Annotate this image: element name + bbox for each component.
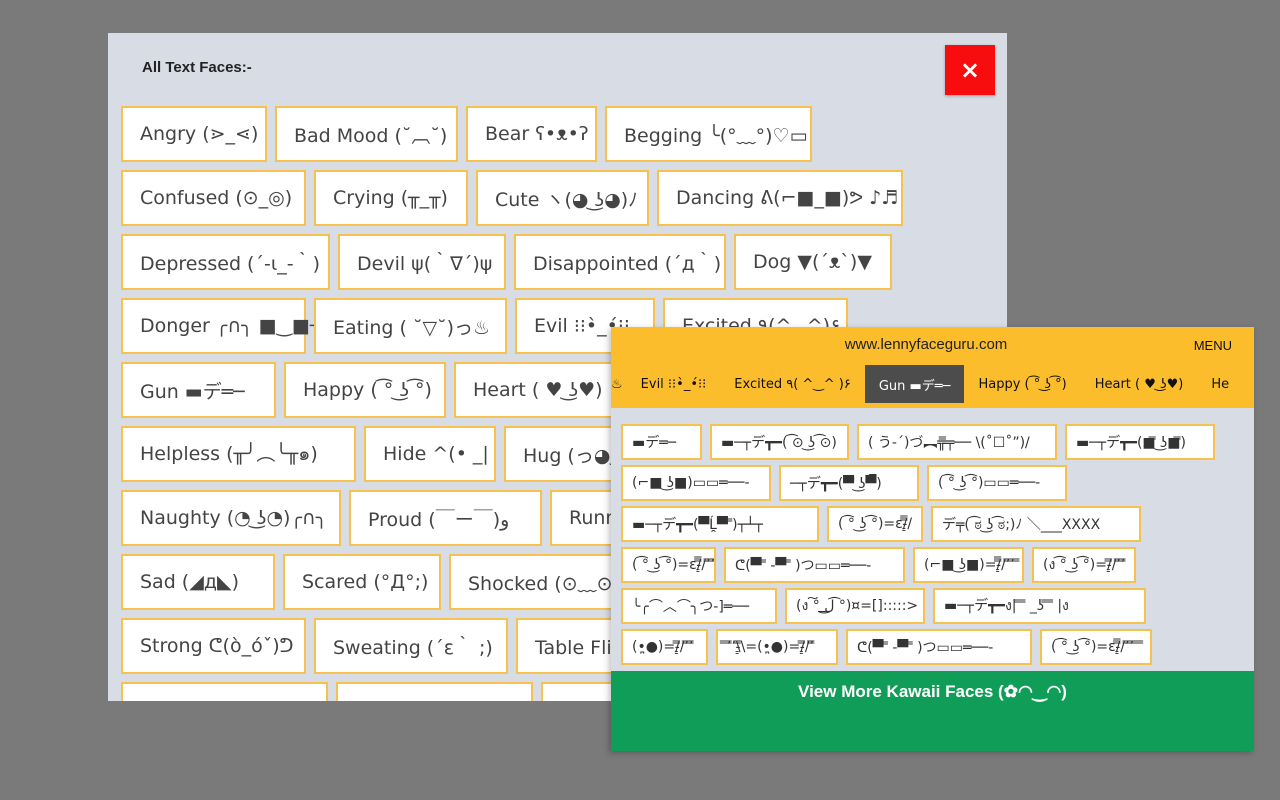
face-chip-bad[interactable]: Bad Mood (˘︹˘): [275, 106, 458, 162]
gun-face-chip[interactable]: (⌐■ ͜ʖ■)▭▭═──-: [621, 465, 771, 501]
view-more-kawaii-button[interactable]: View More Kawaii Faces (✿◠‿◠): [611, 671, 1254, 751]
site-header: www.lennyfaceguru.com MENU ♨ Evil ⁝⁝•̀_•́…: [611, 327, 1254, 408]
gun-face-row: ( ͡° ͜ʖ ͡°)=ε/̵͇̿̿/’̿’̿ ̿ ᕦ(▀̿ ̿ -▀̿ ̿ )つ…: [621, 547, 1254, 583]
gun-face-chip[interactable]: ▬─┬デ┳━( ͡⊙ ͜ʖ ͡⊙): [710, 424, 849, 460]
face-chip-dog[interactable]: Dog ▼(´ᴥ`)▼: [734, 234, 892, 290]
face-chip-dancing[interactable]: Dancing ᕕ(⌐■_■)ᕗ ♪♬: [657, 170, 903, 226]
face-chip-donger[interactable]: Donger ╭∩╮ ■‿■╮: [121, 298, 321, 354]
face-chip-strong[interactable]: Strong ᕦ(ò_óˇ)ᕤ: [121, 618, 306, 674]
nav-item-excited[interactable]: Excited ٩( ^‿^ )۶: [720, 365, 865, 403]
face-chip-helpless[interactable]: Helpless (╥╯︵╰╥๑): [121, 426, 356, 482]
gun-face-chip[interactable]: ╰╭⌒︿⌒╮つ-]═──: [621, 588, 777, 624]
face-chip-eating[interactable]: Eating ( ˘▽˘)っ♨: [314, 298, 507, 354]
gun-face-chip[interactable]: (⌐■ ͜ʖ■)=/̵͇̿̿/’̿’̿ ̿: [913, 547, 1024, 583]
face-chip-sad[interactable]: Sad (◢д◣): [121, 554, 275, 610]
chip-row: Confused (⊙_◎) Crying (╥_╥) Cute ヽ(◕ ͜ʖ◕)ﾉ…: [121, 170, 1007, 226]
lennyfaceguru-window: www.lennyfaceguru.com MENU ♨ Evil ⁝⁝•̀_•́…: [611, 327, 1254, 751]
face-chip-scared[interactable]: Scared (°Д°;): [283, 554, 441, 610]
gun-face-chip[interactable]: (•̪●)=/̵͇̿̿/’̿’̿: [621, 629, 708, 665]
category-nav: ♨ Evil ⁝⁝•̀_•́⁝⁝ Excited ٩( ^‿^ )۶ Gun ▬デ═─…: [611, 365, 1243, 403]
face-chip-bear[interactable]: Bear ʕ•ᴥ•ʔ: [466, 106, 597, 162]
gun-face-chip[interactable]: デ╤( ͡ಠ ͜ʖ ͡ಠ;)ﾉ ＼___XXXX: [931, 506, 1141, 542]
face-chip-sweating[interactable]: Sweating (´ε｀ ;): [314, 618, 508, 674]
face-chip-devil[interactable]: Devil ψ(｀∇´)ψ: [338, 234, 506, 290]
nav-item-evil[interactable]: Evil ⁝⁝•̀_•́⁝⁝: [627, 365, 721, 403]
chip-row: Depressed (´-ι_-｀) Devil ψ(｀∇´)ψ Disappoin…: [121, 234, 1007, 290]
face-chip-blank[interactable]: [336, 682, 533, 701]
gun-face-list: ▬デ═─ ▬─┬デ┳━( ͡⊙ ͜ʖ ͡⊙)( う-´)づ︻╦̵̵̿╤── \(˚…: [621, 424, 1254, 670]
gun-face-chip[interactable]: (ง ͡° ͜ʖ ͡°)=/̵͇̿̿/’̿’̿: [1032, 547, 1136, 583]
face-chip-proud[interactable]: Proud (￣ー￣)و: [349, 490, 542, 546]
gun-face-chip[interactable]: ᕦ(▀̿ ̿ -▀̿ ̿ )つ▭▭═──-: [846, 629, 1032, 665]
nav-item-item[interactable]: ♨: [611, 365, 627, 403]
gun-face-chip[interactable]: ( ͡° ͜ʖ ͡°)▭▭═──-: [927, 465, 1067, 501]
gun-face-chip[interactable]: ( ͡° ͜ʖ ͡°)=ε/̵͇̿̿/’̿’̿ ̿ ̿: [1040, 629, 1152, 665]
modal-title: All Text Faces:-: [142, 59, 252, 76]
face-chip-heart[interactable]: Heart ( ♥ ͜ʖ♥): [454, 362, 614, 418]
face-chip-gun[interactable]: Gun ▬デ═─: [121, 362, 276, 418]
face-chip-begging[interactable]: Begging ╰(°﹏°)♡▭: [605, 106, 812, 162]
chip-row: Angry (⋗_⋖) Bad Mood (˘︹˘) Bear ʕ•ᴥ•ʔ Beggi…: [121, 106, 1007, 162]
gun-face-chip[interactable]: ▬デ═─: [621, 424, 702, 460]
menu-button[interactable]: MENU: [1194, 338, 1232, 353]
face-chip-disappointed[interactable]: Disappointed (´д｀): [514, 234, 726, 290]
face-chip-hide[interactable]: Hide ^(• _|: [364, 426, 496, 482]
face-chip-cute[interactable]: Cute ヽ(◕ ͜ʖ◕)ﾉ: [476, 170, 649, 226]
gun-face-chip[interactable]: ▬─┬デ┳━ง| ̿ ̿ _ʖ ̿ ̿ |ง: [933, 588, 1146, 624]
face-chip-depressed[interactable]: Depressed (´-ι_-｀): [121, 234, 330, 290]
gun-face-chip[interactable]: ▬─┬デ┳━(▀̿Ĺ̯▀̿ ̿)┬┴┬: [621, 506, 819, 542]
face-chip-blank[interactable]: [121, 682, 328, 701]
nav-item-gun[interactable]: Gun ▬デ═─: [864, 365, 965, 403]
nav-item-happy[interactable]: Happy ( ͡° ͜ʖ ͡°): [964, 365, 1080, 403]
gun-face-chip[interactable]: ( ͡° ͜ʖ ͡°)=ε/̵͇̿̿/’̿’̿ ̿: [621, 547, 716, 583]
nav-item-heart[interactable]: Heart ( ♥ ͜ʖ♥): [1081, 365, 1198, 403]
face-chip-angry[interactable]: Angry (⋗_⋖): [121, 106, 267, 162]
gun-face-chip[interactable]: ( う-´)づ︻╦̵̵̿╤── \(˚☐˚”)/: [857, 424, 1057, 460]
gun-face-chip[interactable]: ▬─┬デ┳━(■̿ ͜ʖ■̿): [1065, 424, 1215, 460]
gun-face-row: (•̪●)=/̵͇̿̿/’̿’̿̿’̿’\̵͇̿̿\=(•̪●)=/̵͇̿̿/’…: [621, 629, 1254, 665]
gun-face-row: ▬─┬デ┳━(▀̿Ĺ̯▀̿ ̿)┬┴┬( ͡° ͜ʖ ͡°)=ε/̵͇̿̿/デ╤…: [621, 506, 1254, 542]
gun-face-chip[interactable]: ─┬デ┳━(▀̿̿̿ ͜ʖ▀̿̿̿): [779, 465, 919, 501]
nav-item-he[interactable]: He: [1197, 365, 1243, 403]
face-chip-happy[interactable]: Happy ( ͡° ͜ʖ ͡°): [284, 362, 446, 418]
face-chip-shocked[interactable]: Shocked (⊙﹏⊙): [449, 554, 624, 610]
gun-face-chip[interactable]: (ง ͠° ͟ل͜ ͡°)¤=[]:::::>: [785, 588, 925, 624]
site-url[interactable]: www.lennyfaceguru.com: [611, 336, 1241, 353]
gun-face-row: ▬デ═─ ▬─┬デ┳━( ͡⊙ ͜ʖ ͡⊙)( う-´)づ︻╦̵̵̿╤── \(˚…: [621, 424, 1254, 460]
face-chip-crying[interactable]: Crying (╥_╥): [314, 170, 468, 226]
gun-face-row: ╰╭⌒︿⌒╮つ-]═── (ง ͠° ͟ل͜ ͡°)¤=[]:::::> ▬─┬デ┳…: [621, 588, 1254, 624]
gun-face-chip[interactable]: ( ͡° ͜ʖ ͡°)=ε/̵͇̿̿/: [827, 506, 923, 542]
gun-face-chip[interactable]: ᕦ(▀̿ ̿ -▀̿ ̿ )つ▭▭═──-: [724, 547, 905, 583]
face-chip-confused[interactable]: Confused (⊙_◎): [121, 170, 306, 226]
gun-face-chip[interactable]: ̿’̿’\̵͇̿̿\=(•̪●)=/̵͇̿̿/’̿̿: [716, 629, 838, 665]
close-button[interactable]: ×: [945, 45, 995, 95]
gun-face-row: (⌐■ ͜ʖ■)▭▭═──- ─┬デ┳━(▀̿̿̿ ͜ʖ▀̿̿̿)( ͡° ͜ʖ …: [621, 465, 1254, 501]
face-chip-naughty[interactable]: Naughty (◔ ͜ʖ◔)╭∩╮: [121, 490, 341, 546]
